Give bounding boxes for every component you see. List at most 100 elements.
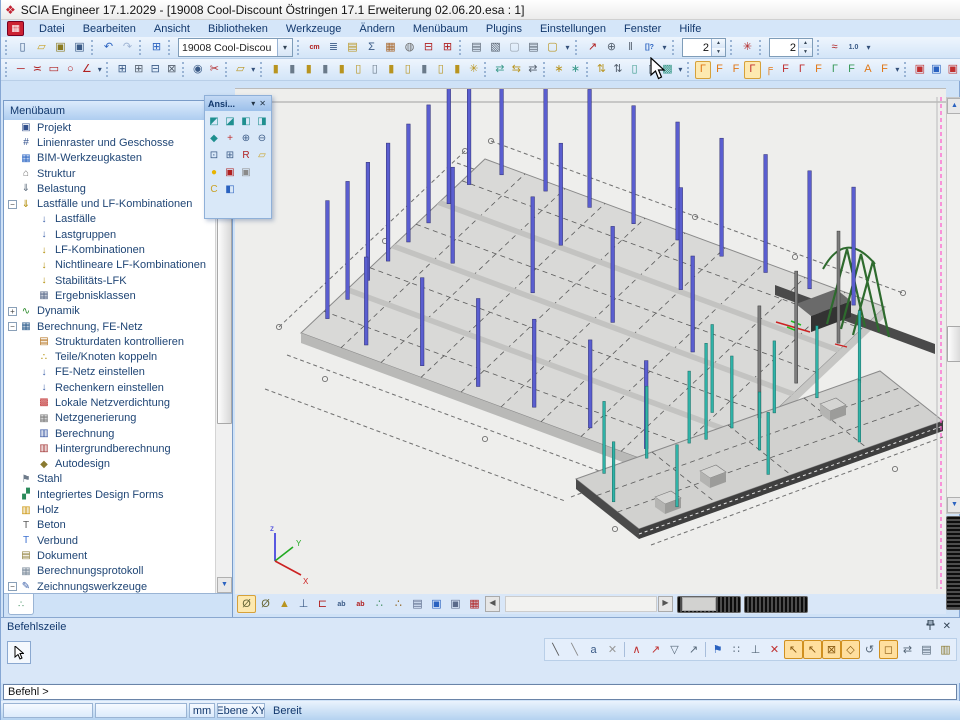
delete-selection-icon[interactable]: ✂ <box>206 61 223 79</box>
snap-polygon-icon[interactable]: ▽ <box>665 640 684 659</box>
menu-fenster[interactable]: Fenster <box>615 22 670 36</box>
close-icon[interactable]: ✕ <box>939 621 955 632</box>
document-edit-icon[interactable]: ▢ <box>543 39 562 57</box>
snap-line-icon[interactable]: ╲ <box>546 640 565 659</box>
tree-item-dynamik[interactable]: +∿Dynamik <box>4 304 217 319</box>
node-display-icon[interactable]: ▲ <box>275 595 294 613</box>
snap-intersection-icon[interactable]: ⊠ <box>822 640 841 659</box>
load-display-icon[interactable]: ⊥ <box>294 595 313 613</box>
scroll-left-icon[interactable]: ◀ <box>485 596 500 612</box>
tree-item-holz[interactable]: ▥Holz <box>4 502 217 517</box>
hinge-2-icon[interactable]: ⇆ <box>508 61 525 79</box>
decimal-places-icon[interactable]: 1.0 <box>844 39 863 57</box>
tree-item-hintergrundberechnung[interactable]: ▥Hintergrundberechnung <box>4 441 217 456</box>
close-viewport-icon[interactable]: ⊞ <box>147 39 166 57</box>
support-edge-icon[interactable]: F <box>876 61 893 79</box>
copy-add-icon[interactable]: ⊞ <box>114 61 131 79</box>
cursor-settings-icon[interactable]: ⚑ <box>708 640 727 659</box>
snap-line-mid-icon[interactable]: ╲ <box>565 640 584 659</box>
label-abc-icon[interactable]: ab <box>332 595 351 613</box>
toolbar-overflow-icon[interactable]: ▾ <box>95 62 104 78</box>
load-copy-icon[interactable]: ▣ <box>945 61 960 79</box>
zoom-all-icon[interactable]: ⊞ <box>223 148 238 163</box>
copy-prop-1-icon[interactable]: ▯ <box>626 61 643 79</box>
scroll-right-icon[interactable]: ▶ <box>658 596 673 612</box>
cursor-mode-button[interactable] <box>7 641 31 664</box>
spinner-up-icon[interactable]: ▲ <box>799 39 812 48</box>
snap-endpoint-red-icon[interactable]: ↗ <box>646 640 665 659</box>
table-input-icon[interactable]: ⊟ <box>419 39 438 57</box>
zoom-selection-icon[interactable]: R <box>239 148 254 163</box>
snap-arc-icon[interactable]: a <box>584 640 603 659</box>
snap-off-icon[interactable]: ✕ <box>603 640 622 659</box>
dimension-lines-icon[interactable]: ‖ <box>621 39 640 57</box>
chevron-down-icon[interactable]: ▾ <box>249 99 257 108</box>
fast-display-2-icon[interactable]: ▣ <box>446 595 465 613</box>
fast-display-1-icon[interactable]: ▣ <box>427 595 446 613</box>
zoom-window-icon[interactable]: ⊡ <box>207 148 222 163</box>
support-point-icon[interactable]: ╒ <box>761 61 778 79</box>
scroll-down-icon[interactable]: ▼ <box>947 497 960 513</box>
snap-node-icon[interactable]: ∧ <box>627 640 646 659</box>
tree-item-zeichnungswerkzeuge[interactable]: −✎Zeichnungswerkzeuge <box>4 579 217 593</box>
units-setup-icon[interactable]: cm <box>305 39 324 57</box>
member-1d-icon[interactable]: ▮ <box>268 61 285 79</box>
menu-hilfe[interactable]: Hilfe <box>670 22 710 36</box>
hscrollbar-thumb[interactable] <box>682 597 716 611</box>
tree-item-bim-werkzeugkasten[interactable]: ▦BIM-Werkzeugkasten <box>4 151 217 166</box>
support-sliding-icon[interactable]: F <box>728 61 745 79</box>
member-view-icon[interactable]: ∴ <box>389 595 408 613</box>
tree-item-netzgenerierung[interactable]: ▦Netzgenerierung <box>4 411 217 426</box>
print-preview-icon[interactable]: ▧ <box>486 39 505 57</box>
dialog-bar-icon[interactable]: ▤ <box>917 640 936 659</box>
support-soil-icon[interactable]: Γ <box>827 61 844 79</box>
rotate-control-horizontal-2[interactable] <box>744 596 808 613</box>
copy-rotate-icon[interactable]: ⊠ <box>164 61 181 79</box>
draw-angle-icon[interactable]: ∠ <box>79 61 96 79</box>
draw-polyline-icon[interactable]: ▭ <box>46 61 63 79</box>
rotate-control-vertical[interactable] <box>946 516 960 610</box>
panel-tool-icon[interactable]: ✳ <box>466 61 483 79</box>
toolbar-overflow-icon[interactable]: ▾ <box>562 40 573 56</box>
clipboard-icon[interactable]: ▦ <box>381 39 400 57</box>
tree-item-belastung[interactable]: ⇓Belastung <box>4 181 217 196</box>
print-icon[interactable]: ▤ <box>467 39 486 57</box>
spinner-down-icon[interactable]: ▼ <box>712 48 725 57</box>
fast-display-3-icon[interactable]: ▦ <box>465 595 484 613</box>
tree-item-ergebnisklassen[interactable]: ▦Ergebnisklassen <box>4 288 217 303</box>
view-3d-cube-icon[interactable]: ◧ <box>223 182 238 197</box>
opening-tool-icon[interactable]: ▯ <box>350 61 367 79</box>
model-viewport[interactable]: zYX <box>235 88 946 595</box>
view-z-icon[interactable]: ◧ <box>239 114 254 129</box>
tree-item-rechenkern-einstellen[interactable]: ↓Rechenkern einstellen <box>4 380 217 395</box>
tree-item-stabilit-ts-lfk[interactable]: ↓Stabilitäts-LFK <box>4 273 217 288</box>
tree-item-lastgruppen[interactable]: ↓Lastgruppen <box>4 227 217 242</box>
tree-item-beton[interactable]: TBeton <box>4 518 217 533</box>
disconnect-members-icon[interactable]: ⇅ <box>610 61 627 79</box>
connect-members-icon[interactable]: ⇅ <box>593 61 610 79</box>
menubaum-tab[interactable]: ∴ <box>8 594 34 615</box>
vscrollbar-thumb[interactable] <box>947 326 960 362</box>
viewport-vscrollbar[interactable]: ▲ ▼ <box>946 97 960 514</box>
snap-perpendicular-icon[interactable]: ⊥ <box>746 640 765 659</box>
hinge-3-icon[interactable]: ⇄ <box>525 61 542 79</box>
beam-tool-icon[interactable]: ▮ <box>317 61 334 79</box>
photo-render-icon[interactable]: ▣ <box>223 165 238 180</box>
member-2d-icon[interactable]: ▮ <box>284 61 301 79</box>
weld-pair-2-icon[interactable]: ∗ <box>567 61 584 79</box>
plane-cell[interactable]: Ebene XY <box>217 703 265 718</box>
draw-line-icon[interactable]: ─ <box>13 61 30 79</box>
spinner-up-icon[interactable]: ▲ <box>712 39 725 48</box>
menu-ndern[interactable]: Ändern <box>350 22 403 36</box>
toolbar-overflow-icon[interactable]: ▾ <box>659 40 670 56</box>
plate-tool-icon[interactable]: ▮ <box>416 61 433 79</box>
tree-item-stahl[interactable]: ⚑Stahl <box>4 472 217 487</box>
internal-node-icon[interactable]: ▮ <box>383 61 400 79</box>
render-mode-icon[interactable]: Ø <box>256 595 275 613</box>
snap-orthogonal-icon[interactable]: ◇ <box>841 640 860 659</box>
support-hinged-icon[interactable]: F <box>711 61 728 79</box>
image-gallery-icon[interactable]: ▤ <box>408 595 427 613</box>
view-scale-spinner[interactable]: 2▲▼ <box>682 38 726 57</box>
light-settings-icon[interactable]: ● <box>207 165 222 180</box>
snap-direction-icon[interactable]: ↗ <box>684 640 703 659</box>
